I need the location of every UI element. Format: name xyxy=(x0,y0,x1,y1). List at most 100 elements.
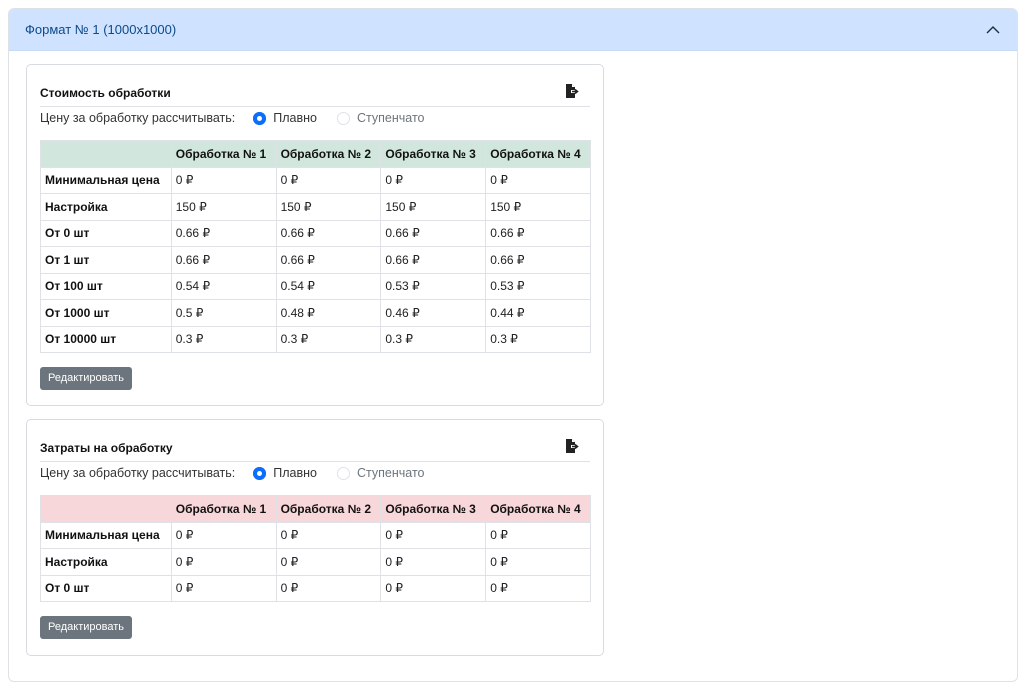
cost-card: Стоимость обработки Цену за обработку ра… xyxy=(26,64,604,406)
table-cell: 0.53 ₽ xyxy=(485,272,591,300)
table-cell: 0.66 ₽ xyxy=(170,246,277,274)
column-header: Обработка № 4 xyxy=(485,495,591,523)
table-cell: 0.48 ₽ xyxy=(275,299,382,327)
format-accordion: Формат № 1 (1000x1000) Стоимость обработ… xyxy=(8,8,1018,682)
row-label: От 1000 шт xyxy=(40,299,172,327)
table-cell: 0.66 ₽ xyxy=(275,246,382,274)
accordion-header[interactable]: Формат № 1 (1000x1000) xyxy=(9,9,1017,51)
radio-smooth[interactable]: Плавно xyxy=(253,111,317,125)
column-header: Обработка № 3 xyxy=(380,140,487,168)
row-label: Настройка xyxy=(40,548,172,576)
accordion-title: Формат № 1 (1000x1000) xyxy=(25,22,177,37)
table-row: От 1000 шт 0.5 ₽ 0.48 ₽ 0.46 ₽ 0.44 ₽ xyxy=(40,299,591,327)
table-cell: 0.66 ₽ xyxy=(380,219,487,247)
column-header xyxy=(40,140,172,168)
edit-expense-button[interactable]: Редактировать xyxy=(40,616,132,639)
table-cell: 0.54 ₽ xyxy=(170,272,277,300)
calc-mode-label: Цену за обработку рассчитывать: xyxy=(40,111,236,125)
radio-step[interactable]: Ступенчато xyxy=(336,111,425,125)
row-label: Минимальная цена xyxy=(40,166,172,194)
table-row: От 100 шт 0.54 ₽ 0.54 ₽ 0.53 ₽ 0.53 ₽ xyxy=(40,272,591,300)
table-cell: 0.66 ₽ xyxy=(170,219,277,247)
file-export-icon[interactable] xyxy=(564,83,580,99)
table-row: От 0 шт 0.66 ₽ 0.66 ₽ 0.66 ₽ 0.66 ₽ xyxy=(40,219,591,247)
table-cell: 150 ₽ xyxy=(275,193,382,221)
calc-mode-label: Цену за обработку рассчитывать: xyxy=(40,466,236,480)
row-label: От 0 шт xyxy=(40,219,172,247)
column-header: Обработка № 1 xyxy=(170,140,277,168)
table-row: Минимальная цена 0 ₽ 0 ₽ 0 ₽ 0 ₽ xyxy=(40,166,591,194)
radio-smooth-label: Плавно xyxy=(273,111,317,125)
column-header: Обработка № 4 xyxy=(485,140,591,168)
row-label: От 10000 шт xyxy=(40,325,172,353)
radio-smooth-dot[interactable] xyxy=(253,466,267,480)
table-cell: 0.66 ₽ xyxy=(485,219,591,247)
table-header-row: Обработка № 1 Обработка № 2 Обработка № … xyxy=(40,495,591,523)
table-cell: 0 ₽ xyxy=(170,548,277,576)
column-header: Обработка № 3 xyxy=(380,495,487,523)
table-cell: 0 ₽ xyxy=(275,548,382,576)
edit-cost-button[interactable]: Редактировать xyxy=(40,367,132,390)
chevron-up-icon[interactable] xyxy=(985,22,1001,38)
table-cell: 0 ₽ xyxy=(275,574,382,602)
table-cell: 0 ₽ xyxy=(380,548,487,576)
expense-card: Затраты на обработку Цену за обработку р… xyxy=(26,419,604,656)
table-cell: 150 ₽ xyxy=(170,193,277,221)
table-cell: 0.44 ₽ xyxy=(485,299,591,327)
table-row: Настройка 150 ₽ 150 ₽ 150 ₽ 150 ₽ xyxy=(40,193,591,221)
table-cell: 0.46 ₽ xyxy=(380,299,487,327)
expense-table: Обработка № 1 Обработка № 2 Обработка № … xyxy=(40,495,591,602)
table-cell: 150 ₽ xyxy=(380,193,487,221)
calc-mode-row: Цену за обработку рассчитывать: Плавно С… xyxy=(40,107,590,129)
radio-step-label: Ступенчато xyxy=(356,111,425,125)
table-cell: 0 ₽ xyxy=(485,166,591,194)
table-cell: 0 ₽ xyxy=(485,521,591,549)
table-row: От 0 шт 0 ₽ 0 ₽ 0 ₽ 0 ₽ xyxy=(40,574,591,602)
radio-smooth-label: Плавно xyxy=(273,466,317,480)
table-row: Настройка 0 ₽ 0 ₽ 0 ₽ 0 ₽ xyxy=(40,548,591,576)
row-label: От 100 шт xyxy=(40,272,172,300)
table-row: От 10000 шт 0.3 ₽ 0.3 ₽ 0.3 ₽ 0.3 ₽ xyxy=(40,325,591,353)
cost-card-header: Стоимость обработки xyxy=(40,65,590,107)
column-header xyxy=(40,495,172,523)
row-label: От 0 шт xyxy=(40,574,172,602)
table-cell: 0 ₽ xyxy=(170,521,277,549)
table-header-row: Обработка № 1 Обработка № 2 Обработка № … xyxy=(40,140,591,168)
table-row: От 1 шт 0.66 ₽ 0.66 ₽ 0.66 ₽ 0.66 ₽ xyxy=(40,246,591,274)
row-label: Минимальная цена xyxy=(40,521,172,549)
radio-smooth[interactable]: Плавно xyxy=(253,466,317,480)
radio-step-dot[interactable] xyxy=(336,466,350,480)
table-cell: 0.53 ₽ xyxy=(380,272,487,300)
table-cell: 0.66 ₽ xyxy=(275,219,382,247)
radio-step-dot[interactable] xyxy=(336,111,350,125)
expense-card-title: Затраты на обработку xyxy=(40,441,173,455)
table-cell: 0 ₽ xyxy=(275,521,382,549)
table-cell: 0 ₽ xyxy=(380,574,487,602)
file-export-icon[interactable] xyxy=(564,438,580,454)
table-cell: 0.3 ₽ xyxy=(485,325,591,353)
table-cell: 0.66 ₽ xyxy=(485,246,591,274)
table-cell: 0.54 ₽ xyxy=(275,272,382,300)
expense-card-header: Затраты на обработку xyxy=(40,420,590,462)
table-cell: 150 ₽ xyxy=(485,193,591,221)
radio-step[interactable]: Ступенчато xyxy=(336,466,425,480)
table-cell: 0.5 ₽ xyxy=(170,299,277,327)
table-cell: 0 ₽ xyxy=(170,166,277,194)
table-cell: 0 ₽ xyxy=(380,521,487,549)
table-cell: 0.3 ₽ xyxy=(380,325,487,353)
table-cell: 0 ₽ xyxy=(170,574,277,602)
table-row: Минимальная цена 0 ₽ 0 ₽ 0 ₽ 0 ₽ xyxy=(40,521,591,549)
calc-mode-row: Цену за обработку рассчитывать: Плавно С… xyxy=(40,462,590,484)
radio-smooth-dot[interactable] xyxy=(253,111,267,125)
table-cell: 0.66 ₽ xyxy=(380,246,487,274)
radio-step-label: Ступенчато xyxy=(356,466,425,480)
row-label: Настройка xyxy=(40,193,172,221)
column-header: Обработка № 1 xyxy=(170,495,277,523)
table-cell: 0 ₽ xyxy=(380,166,487,194)
column-header: Обработка № 2 xyxy=(275,140,382,168)
column-header: Обработка № 2 xyxy=(275,495,382,523)
table-cell: 0.3 ₽ xyxy=(275,325,382,353)
table-cell: 0 ₽ xyxy=(485,548,591,576)
cost-card-title: Стоимость обработки xyxy=(40,86,171,100)
row-label: От 1 шт xyxy=(40,246,172,274)
